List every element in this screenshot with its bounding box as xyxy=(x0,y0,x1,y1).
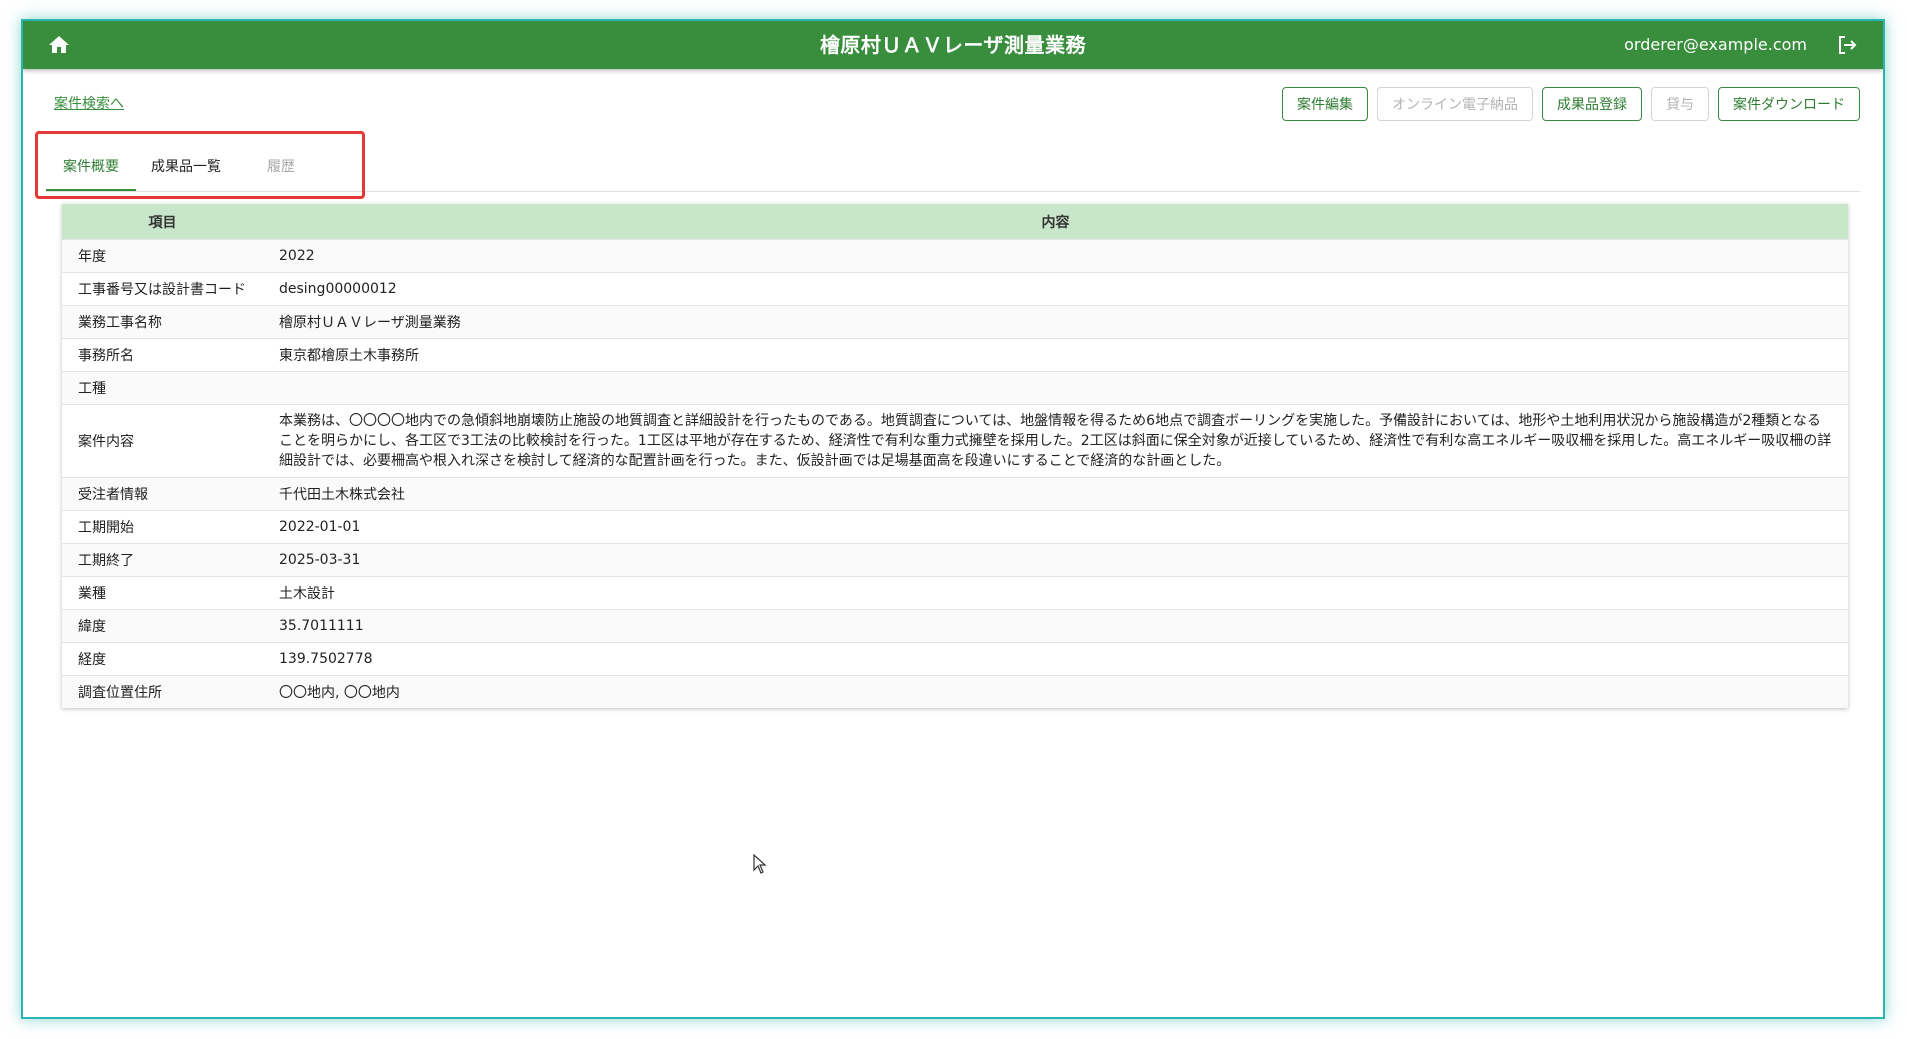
app-bar: 檜原村ＵＡＶレーザ測量業務 orderer@example.com xyxy=(23,21,1883,69)
logout-icon xyxy=(1839,36,1857,54)
user-email: orderer@example.com xyxy=(1624,35,1807,54)
edit-project-button[interactable]: 案件編集 xyxy=(1282,87,1368,121)
tab-bar: 案件概要 成果品一覧 履歴 xyxy=(46,143,1860,192)
logout-button[interactable] xyxy=(1835,33,1859,57)
row-value: 2022 xyxy=(263,239,1848,273)
tab-history[interactable]: 履歴 xyxy=(236,143,326,191)
row-value: 本業務は、〇〇〇〇地内での急傾斜地崩壊防止施設の地質調査と詳細設計を行ったもので… xyxy=(263,404,1848,478)
column-header-content: 内容 xyxy=(263,204,1848,240)
row-value xyxy=(263,371,1848,405)
row-value: 東京都檜原土木事務所 xyxy=(263,338,1848,372)
row-value: desing00000012 xyxy=(263,272,1848,306)
row-value: 139.7502778 xyxy=(263,642,1848,676)
mouse-cursor-icon xyxy=(753,854,767,874)
row-value: 檜原村ＵＡＶレーザ測量業務 xyxy=(263,305,1848,339)
table-row: 工期開始 2022-01-01 xyxy=(62,510,1848,544)
tab-overview[interactable]: 案件概要 xyxy=(46,143,136,191)
row-label: 緯度 xyxy=(62,609,263,643)
row-label: 案件内容 xyxy=(62,404,263,478)
row-label: 調査位置住所 xyxy=(62,675,263,708)
row-value: 2022-01-01 xyxy=(263,510,1848,544)
table-row: 年度 2022 xyxy=(62,239,1848,273)
row-label: 業務工事名称 xyxy=(62,305,263,339)
row-label: 経度 xyxy=(62,642,263,676)
table-row: 調査位置住所 〇〇地内, 〇〇地内 xyxy=(62,675,1848,708)
row-value: 〇〇地内, 〇〇地内 xyxy=(263,675,1848,708)
row-value: 土木設計 xyxy=(263,576,1848,610)
table-row: 工種 xyxy=(62,371,1848,405)
table-row: 緯度 35.7011111 xyxy=(62,609,1848,643)
row-label: 年度 xyxy=(62,239,263,273)
row-value: 千代田土木株式会社 xyxy=(263,477,1848,511)
back-to-search-link[interactable]: 案件検索へ xyxy=(54,93,124,113)
row-label: 工期開始 xyxy=(62,510,263,544)
table-row: 工事番号又は設計書コード desing00000012 xyxy=(62,272,1848,306)
row-label: 工期終了 xyxy=(62,543,263,577)
row-value: 2025-03-31 xyxy=(263,543,1848,577)
register-deliverable-button[interactable]: 成果品登録 xyxy=(1542,87,1642,121)
download-project-button[interactable]: 案件ダウンロード xyxy=(1718,87,1860,121)
table-row: 案件内容 本業務は、〇〇〇〇地内での急傾斜地崩壊防止施設の地質調査と詳細設計を行… xyxy=(62,404,1848,478)
table-row: 業務工事名称 檜原村ＵＡＶレーザ測量業務 xyxy=(62,305,1848,339)
lend-button[interactable]: 貸与 xyxy=(1651,87,1709,121)
tab-deliverables[interactable]: 成果品一覧 xyxy=(136,143,236,191)
table-row: 業種 土木設計 xyxy=(62,576,1848,610)
row-label: 工事番号又は設計書コード xyxy=(62,272,263,306)
table-row: 経度 139.7502778 xyxy=(62,642,1848,676)
row-label: 事務所名 xyxy=(62,338,263,372)
row-label: 業種 xyxy=(62,576,263,610)
project-detail-table: 項目 内容 年度 2022 工事番号又は設計書コード desing0000001… xyxy=(62,204,1848,708)
row-label: 工種 xyxy=(62,371,263,405)
table-row: 受注者情報 千代田土木株式会社 xyxy=(62,477,1848,511)
online-delivery-button[interactable]: オンライン電子納品 xyxy=(1377,87,1533,121)
action-toolbar: 案件編集 オンライン電子納品 成果品登録 貸与 案件ダウンロード xyxy=(1282,87,1860,121)
table-row: 事務所名 東京都檜原土木事務所 xyxy=(62,338,1848,372)
page-title: 檜原村ＵＡＶレーザ測量業務 xyxy=(819,33,1087,57)
table-header-row: 項目 内容 xyxy=(62,204,1848,240)
column-header-item: 項目 xyxy=(62,204,263,240)
table-row: 工期終了 2025-03-31 xyxy=(62,543,1848,577)
row-label: 受注者情報 xyxy=(62,477,263,511)
app-window: 檜原村ＵＡＶレーザ測量業務 orderer@example.com 案件検索へ … xyxy=(21,19,1885,1019)
row-value: 35.7011111 xyxy=(263,609,1848,643)
